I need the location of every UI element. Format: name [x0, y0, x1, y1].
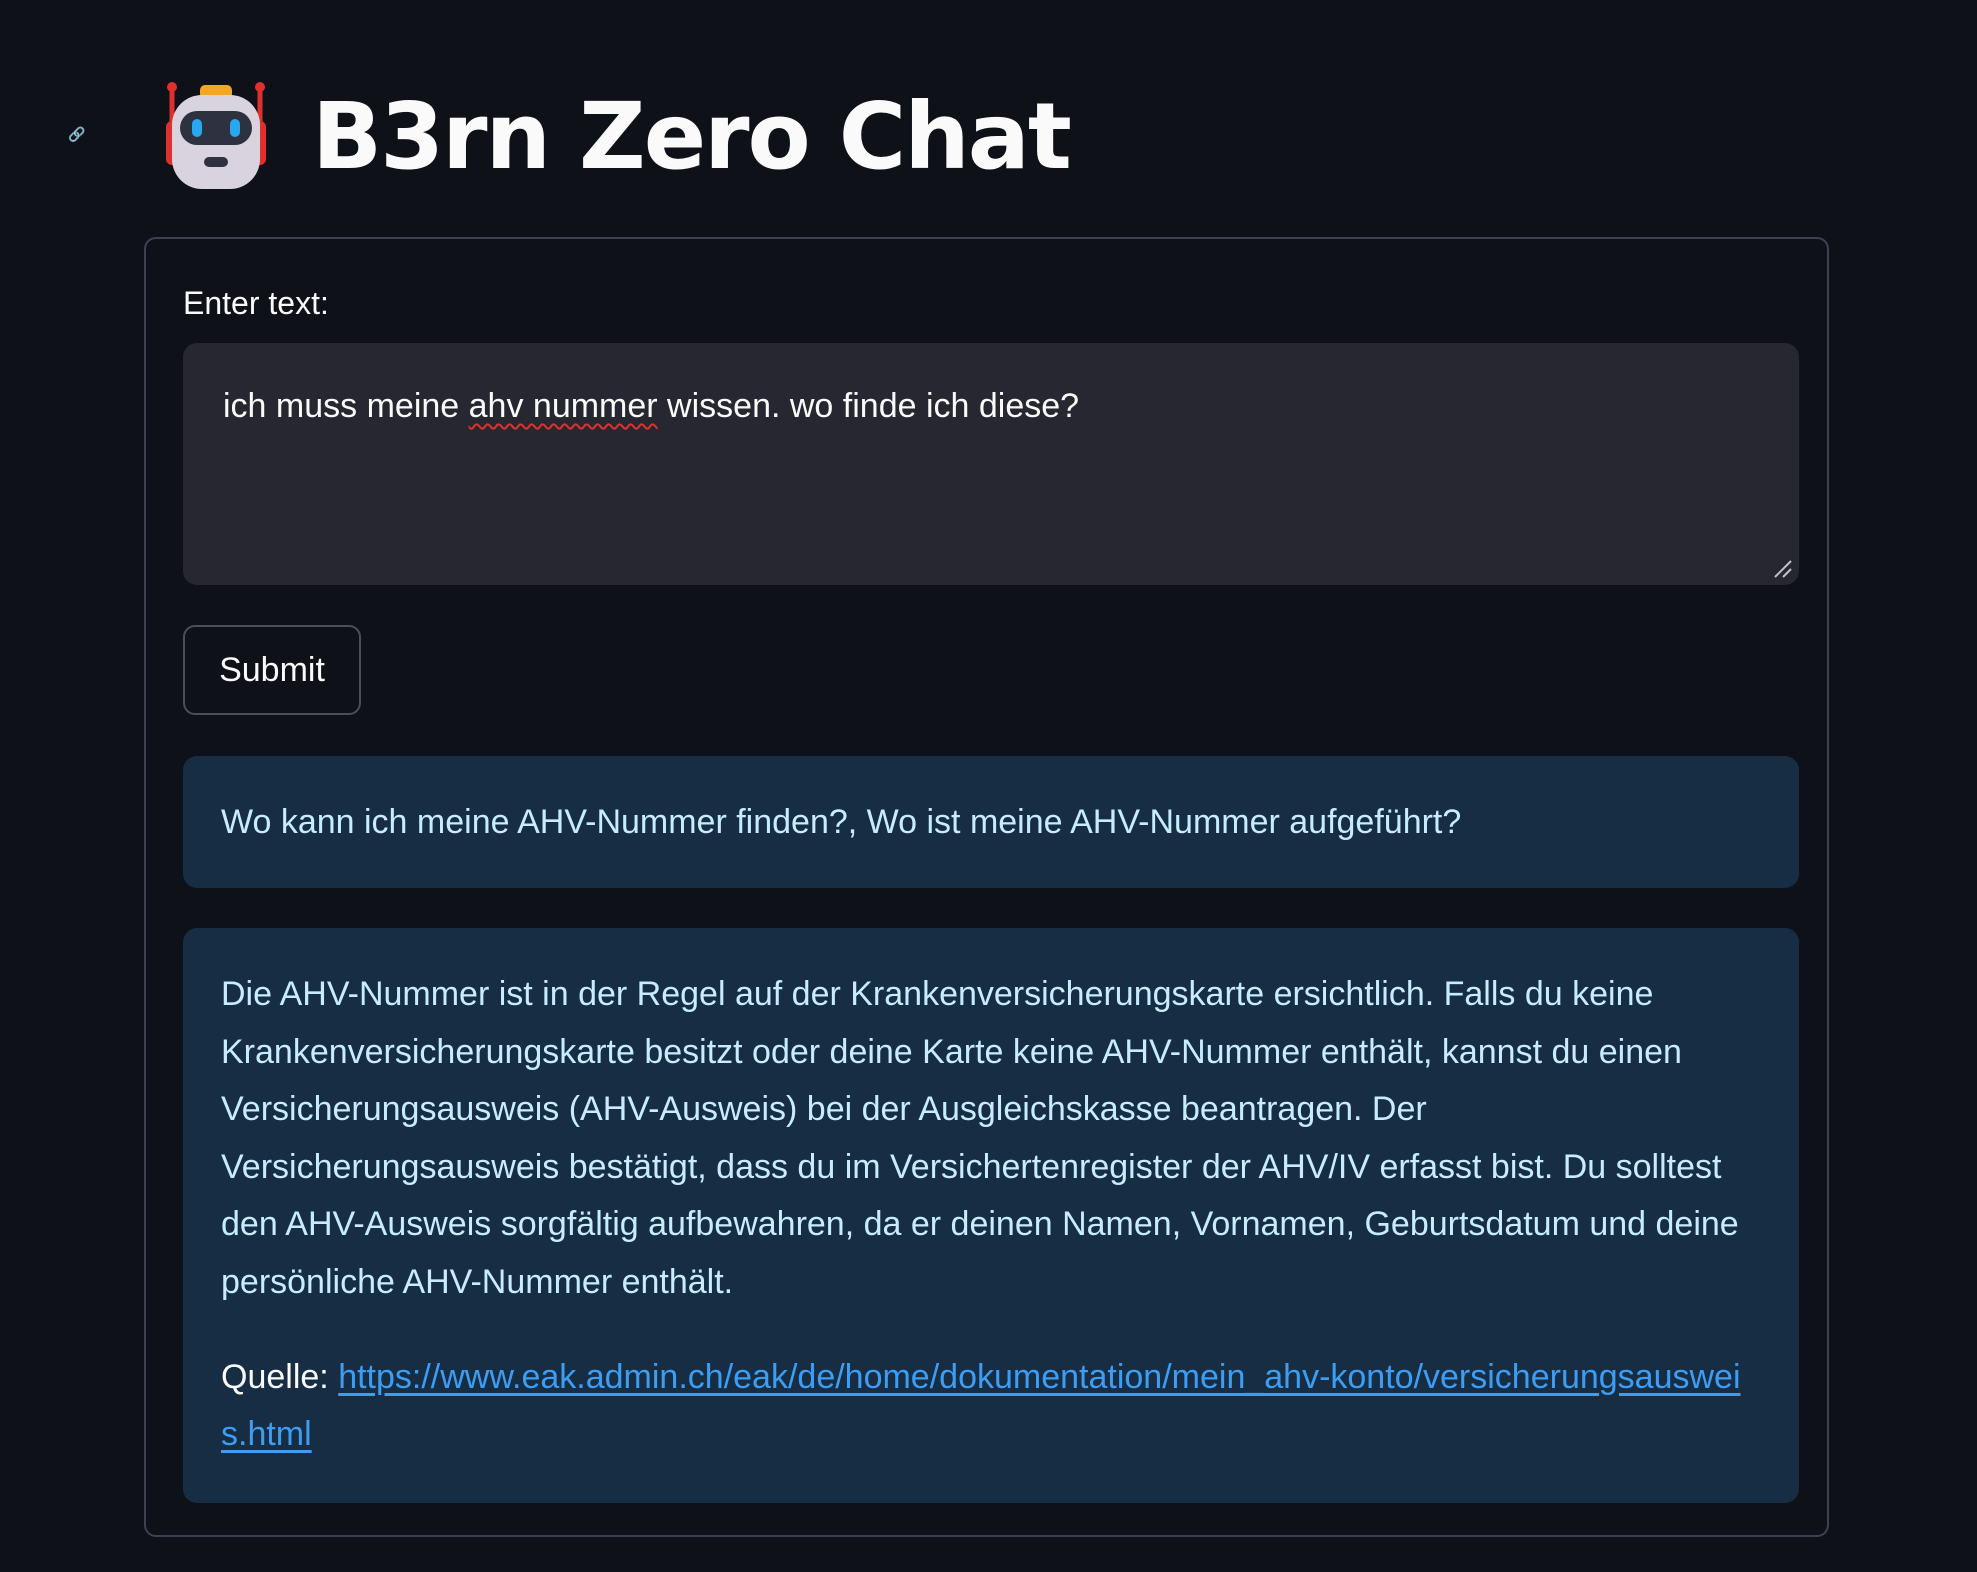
page-header: B3rn Zero Chat [160, 82, 1072, 192]
answer-text: Die AHV-Nummer ist in der Regel auf der … [221, 975, 1739, 1301]
similar-questions-box: Wo kann ich meine AHV-Nummer finden?, Wo… [183, 756, 1799, 888]
answer-box: Die AHV-Nummer ist in der Regel auf der … [183, 928, 1799, 1503]
anchor-link-icon[interactable]: 🔗 [68, 126, 85, 142]
similar-questions-text: Wo kann ich meine AHV-Nummer finden?, Wo… [221, 802, 1462, 841]
source-link[interactable]: https://www.eak.admin.ch/eak/de/home/dok… [221, 1358, 1741, 1453]
source-line: Quelle: https://www.eak.admin.ch/eak/de/… [221, 1349, 1761, 1463]
source-label: Quelle: [221, 1358, 329, 1396]
page-title: B3rn Zero Chat [312, 83, 1072, 190]
input-text-before: ich muss meine [223, 387, 469, 425]
chat-form: Enter text: ich muss meine ahv nummer wi… [144, 237, 1829, 1537]
input-label: Enter text: [183, 285, 329, 321]
input-text-misspelled: ahv nummer [468, 387, 658, 425]
text-input[interactable]: ich muss meine ahv nummer wissen. wo fin… [183, 343, 1799, 585]
resize-handle-icon[interactable] [1771, 557, 1795, 581]
submit-button[interactable]: Submit [183, 625, 361, 715]
robot-icon [166, 82, 266, 189]
input-text-after: wissen. wo finde ich diese? [657, 387, 1080, 425]
